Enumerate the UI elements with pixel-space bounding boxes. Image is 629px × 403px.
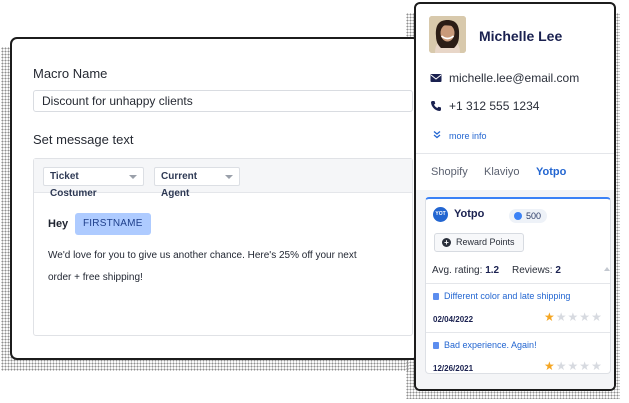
review-item[interactable]: Bad experience. Again! 12/26/2021 ★★★★★ xyxy=(426,338,610,373)
review-item[interactable]: Different color and late shipping 02/04/… xyxy=(426,289,610,337)
avatar-photo-icon xyxy=(429,16,466,53)
reviews-count: Reviews: 2 xyxy=(512,265,561,276)
macro-editor-card: Macro Name Discount for unhappy clients … xyxy=(10,37,420,360)
review-date: 02/04/2022 xyxy=(433,315,474,324)
more-info-label: more info xyxy=(449,131,487,141)
reviews-value: 2 xyxy=(555,265,561,276)
yotpo-logo-icon: YOT PO xyxy=(433,207,448,232)
review-title[interactable]: Different color and late shipping xyxy=(433,291,570,301)
tab-shopify[interactable]: Shopify xyxy=(431,166,468,178)
reviews-label: Reviews: xyxy=(512,265,553,276)
chevron-up-icon[interactable] xyxy=(604,267,610,271)
avg-rating-label: Avg. rating: xyxy=(432,265,483,276)
message-body-line: We'd love for you to give us another cha… xyxy=(48,250,357,261)
yotpo-title: Yotpo xyxy=(454,208,485,220)
star-empty-icon: ★ xyxy=(567,359,580,373)
star-empty-icon: ★ xyxy=(579,359,592,373)
macro-name-label: Macro Name xyxy=(33,66,108,81)
document-icon xyxy=(433,342,439,349)
message-editor[interactable]: Ticket Costumer Current Agent Hey FIRSTN… xyxy=(33,158,413,336)
points-badge: 500 xyxy=(509,209,548,223)
tab-klaviyo[interactable]: Klaviyo xyxy=(484,166,519,178)
chevron-down-icon xyxy=(129,175,137,179)
divider xyxy=(426,283,610,284)
review-title-text: Different color and late shipping xyxy=(444,291,571,301)
yotpo-panel: YOT PO Yotpo 500 + Reward Points Avg. ra… xyxy=(425,197,611,374)
star-filled-icon: ★ xyxy=(544,310,556,324)
current-agent-select-label: Current Agent xyxy=(161,171,198,199)
customer-phone: +1 312 555 1234 xyxy=(449,99,540,113)
review-title[interactable]: Bad experience. Again! xyxy=(433,340,537,350)
editor-toolbar: Ticket Costumer Current Agent xyxy=(34,159,412,199)
current-agent-select[interactable]: Current Agent xyxy=(154,167,240,199)
star-empty-icon: ★ xyxy=(567,310,580,324)
star-filled-icon: ★ xyxy=(544,359,556,373)
star-rating: ★★★★★ xyxy=(544,311,603,323)
star-empty-icon: ★ xyxy=(555,310,568,324)
divider xyxy=(416,153,614,154)
message-text-label: Set message text xyxy=(33,132,134,147)
customer-name: Michelle Lee xyxy=(479,28,563,44)
divider xyxy=(426,332,610,333)
message-body-line: order + free shipping! xyxy=(48,272,143,283)
greeting-text: Hey xyxy=(48,218,69,230)
phone-icon xyxy=(431,101,441,111)
points-value: 500 xyxy=(526,211,542,221)
ticket-customer-select-label: Ticket Costumer xyxy=(50,171,97,199)
avg-rating: Avg. rating: 1.2 xyxy=(432,265,499,276)
star-empty-icon: ★ xyxy=(591,359,603,373)
mail-icon xyxy=(430,74,442,82)
plus-circle-icon: + xyxy=(442,238,451,247)
reward-points-button[interactable]: + Reward Points xyxy=(434,233,524,252)
star-rating: ★★★★★ xyxy=(544,360,603,372)
customer-email: michelle.lee@email.com xyxy=(449,71,580,85)
avg-rating-value: 1.2 xyxy=(485,265,500,276)
star-empty-icon: ★ xyxy=(579,310,592,324)
customer-profile-card: Michelle Lee michelle.lee@email.com +1 3… xyxy=(414,2,616,391)
macro-name-input[interactable]: Discount for unhappy clients xyxy=(33,90,413,112)
review-date: 12/26/2021 xyxy=(433,364,474,373)
avatar xyxy=(429,16,466,53)
tab-yotpo[interactable]: Yotpo xyxy=(536,166,566,178)
ticket-customer-select[interactable]: Ticket Costumer xyxy=(43,167,144,199)
review-title-text: Bad experience. Again! xyxy=(444,340,537,350)
chevron-down-icon xyxy=(225,175,233,179)
reward-points-label: Reward Points xyxy=(456,237,515,247)
star-empty-icon: ★ xyxy=(555,359,568,373)
star-empty-icon: ★ xyxy=(591,310,603,324)
double-chevron-down-icon xyxy=(433,131,441,139)
document-icon xyxy=(433,293,439,300)
firstname-variable-tag[interactable]: FIRSTNAME xyxy=(75,213,151,235)
coin-icon xyxy=(514,212,522,220)
